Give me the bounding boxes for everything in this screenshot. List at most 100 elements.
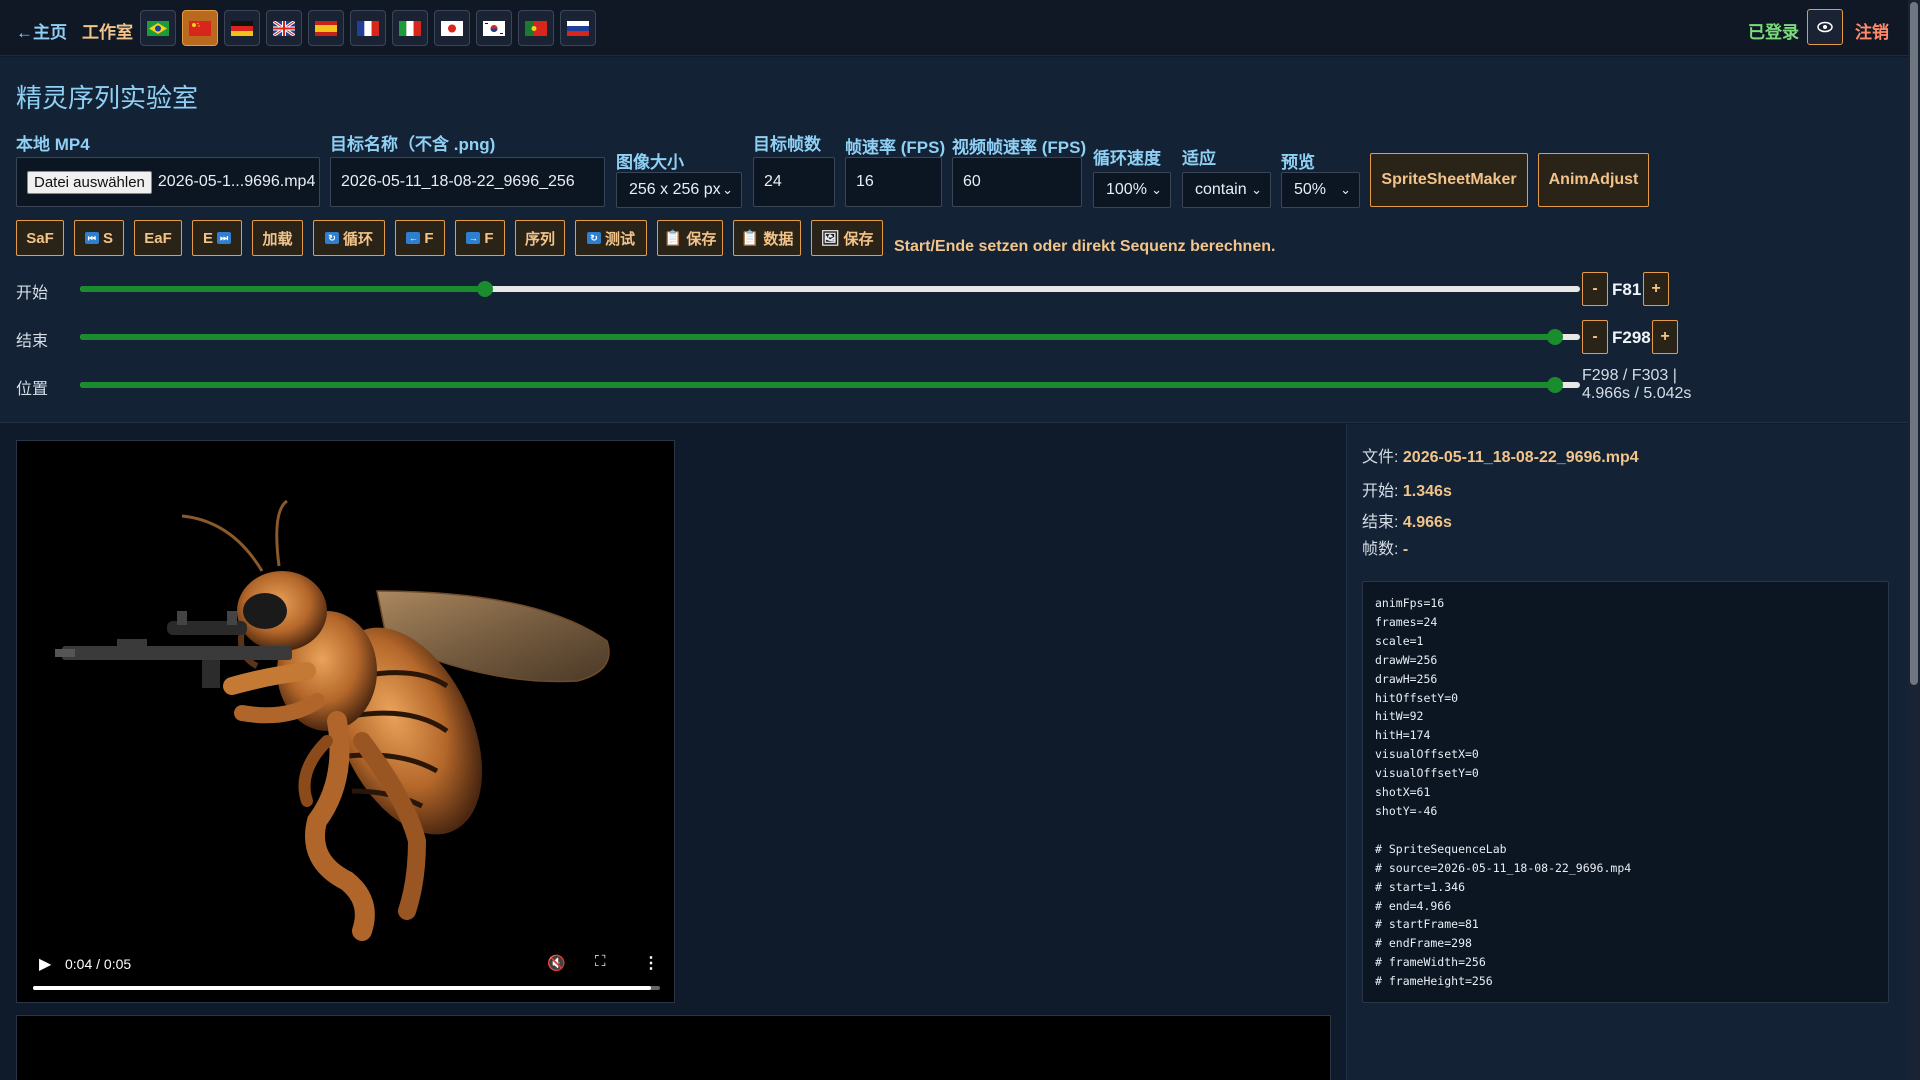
- end-minus-button[interactable]: -: [1582, 320, 1608, 354]
- preview-select[interactable]: 50% ⌄: [1281, 172, 1360, 208]
- flag-germany-button[interactable]: [224, 10, 260, 46]
- video-player[interactable]: ▶ 0:04 / 0:05 🔇 ⛶ ⋮: [16, 440, 675, 1003]
- video-progress-bar[interactable]: [33, 986, 660, 990]
- info-frames-value: -: [1402, 541, 1409, 558]
- korea-flag-icon: [483, 20, 505, 36]
- target-name-input[interactable]: 2026-05-11_18-08-22_9696_256: [330, 157, 605, 207]
- chevron-down-icon: ⌄: [1151, 182, 1162, 197]
- loop-speed-select[interactable]: 100% ⌄: [1093, 172, 1171, 208]
- flag-france-button[interactable]: [350, 10, 386, 46]
- start-slider-knob[interactable]: [477, 281, 493, 297]
- prev-frame-button[interactable]: ← F: [395, 220, 445, 256]
- sprite-sheet-maker-button[interactable]: SpriteSheetMaker: [1370, 153, 1528, 207]
- flag-portugal-button[interactable]: [518, 10, 554, 46]
- info-file-value: 2026-05-11_18-08-22_9696.mp4: [1402, 449, 1639, 466]
- flag-china-button[interactable]: [182, 10, 218, 46]
- flag-japan-button[interactable]: [434, 10, 470, 46]
- studio-link[interactable]: 工作室: [82, 18, 133, 43]
- mute-icon[interactable]: 🔇: [547, 954, 566, 972]
- loop-button[interactable]: ↻ 循环: [313, 220, 385, 256]
- position-slider-knob[interactable]: [1546, 377, 1563, 393]
- prev-f-label: F: [424, 229, 434, 247]
- start-plus-button[interactable]: +: [1643, 272, 1669, 306]
- end-slider[interactable]: [80, 329, 1580, 345]
- flag-korea-button[interactable]: [476, 10, 512, 46]
- home-link[interactable]: ←主页: [16, 18, 67, 43]
- fit-label: 适应: [1182, 149, 1216, 168]
- logout-link[interactable]: 注销: [1855, 18, 1889, 43]
- info-start-label: 开始:: [1362, 483, 1399, 500]
- spain-flag-icon: [315, 20, 337, 36]
- image-size-select[interactable]: 256 x 256 px ⌄: [616, 172, 742, 208]
- set-end-at-frame-button[interactable]: EaF: [134, 220, 182, 256]
- info-end-label: 结束:: [1362, 514, 1399, 531]
- anim-adjust-button[interactable]: AnimAdjust: [1538, 153, 1649, 207]
- position-slider[interactable]: [80, 377, 1580, 393]
- flag-spain-button[interactable]: [308, 10, 344, 46]
- video-fps-input[interactable]: 60: [952, 157, 1082, 207]
- clipboard-icon: 📋: [663, 230, 683, 247]
- image-icon: 🖼: [820, 230, 840, 247]
- sequence-button[interactable]: 序列: [515, 220, 565, 256]
- play-icon[interactable]: ▶: [39, 954, 51, 974]
- fps-label: 帧速率 (FPS): [845, 138, 946, 157]
- eye-icon: [1817, 21, 1833, 33]
- image-size-value: 256 x 256 px: [629, 181, 721, 198]
- info-end-value: 4.966s: [1402, 514, 1452, 531]
- fast-forward-icon: ⏭: [217, 232, 231, 244]
- page-title: 精灵序列实验室: [16, 83, 199, 113]
- flag-uk-button[interactable]: [266, 10, 302, 46]
- portugal-flag-icon: [525, 20, 547, 36]
- flag-russia-button[interactable]: [560, 10, 596, 46]
- start-minus-button[interactable]: -: [1582, 272, 1608, 306]
- refresh-icon: ↻: [586, 232, 601, 244]
- flag-brazil-button[interactable]: [140, 10, 176, 46]
- fps-input[interactable]: 16: [845, 157, 942, 207]
- end-slider-knob[interactable]: [1546, 329, 1563, 345]
- saf-label: SaF: [26, 229, 54, 247]
- italy-flag-icon: [399, 20, 421, 36]
- flag-italy-button[interactable]: [392, 10, 428, 46]
- page-scrollbar[interactable]: [1908, 0, 1920, 1080]
- fit-select[interactable]: contain ⌄: [1182, 172, 1271, 208]
- login-status: 已登录: [1748, 23, 1799, 42]
- save-image-button[interactable]: 🖼 保存: [811, 220, 883, 256]
- scrollbar-thumb[interactable]: [1910, 2, 1918, 685]
- data-button[interactable]: 📋 数据: [733, 220, 801, 256]
- end-slider-fill: [80, 334, 1555, 340]
- save-text-button[interactable]: 📋 保存: [657, 220, 723, 256]
- local-mp4-label: 本地 MP4: [16, 135, 90, 154]
- start-slider[interactable]: [80, 281, 1580, 297]
- sequence-label: 序列: [524, 230, 555, 248]
- choose-file-button[interactable]: Datei auswählen: [27, 170, 152, 194]
- jump-to-end-button[interactable]: E ⏭: [192, 220, 242, 256]
- file-picker[interactable]: Datei auswählen 2026-05-1...9696.mp4: [16, 157, 320, 207]
- end-plus-button[interactable]: +: [1652, 320, 1678, 354]
- position-slider-label: 位置: [16, 381, 49, 398]
- data-label: 数据: [763, 230, 794, 248]
- fullscreen-icon[interactable]: ⛶: [595, 953, 606, 970]
- position-slider-fill: [80, 382, 1555, 388]
- info-end: 结束: 4.966s: [1362, 508, 1452, 532]
- jump-to-start-button[interactable]: ⏮ S: [74, 220, 124, 256]
- next-frame-button[interactable]: → F: [455, 220, 505, 256]
- hint-text: Start/Ende setzen oder direkt Sequenz be…: [894, 238, 1276, 255]
- chevron-down-icon: ⌄: [1251, 182, 1262, 197]
- target-frames-input[interactable]: 24: [753, 157, 835, 207]
- france-flag-icon: [357, 20, 379, 36]
- visibility-toggle-button[interactable]: [1807, 9, 1843, 45]
- clipboard-icon: 📋: [740, 230, 760, 247]
- load-button[interactable]: 加载: [252, 220, 303, 256]
- end-slider-label: 结束: [16, 333, 49, 350]
- loop-icon: ↻: [324, 232, 339, 244]
- test-button[interactable]: ↻ 测试: [575, 220, 647, 256]
- info-start: 开始: 1.346s: [1362, 477, 1452, 501]
- position-readout-time: 4.966s / 5.042s: [1582, 385, 1692, 402]
- set-start-at-frame-button[interactable]: SaF: [16, 220, 64, 256]
- preview-value: 50%: [1294, 181, 1327, 198]
- save-image-label: 保存: [843, 230, 874, 248]
- start-slider-label: 开始: [16, 285, 49, 302]
- config-output[interactable]: animFps=16 frames=24 scale=1 drawW=256 d…: [1362, 581, 1889, 1003]
- more-options-icon[interactable]: ⋮: [643, 953, 659, 973]
- end-frame-label: F298: [1612, 328, 1651, 347]
